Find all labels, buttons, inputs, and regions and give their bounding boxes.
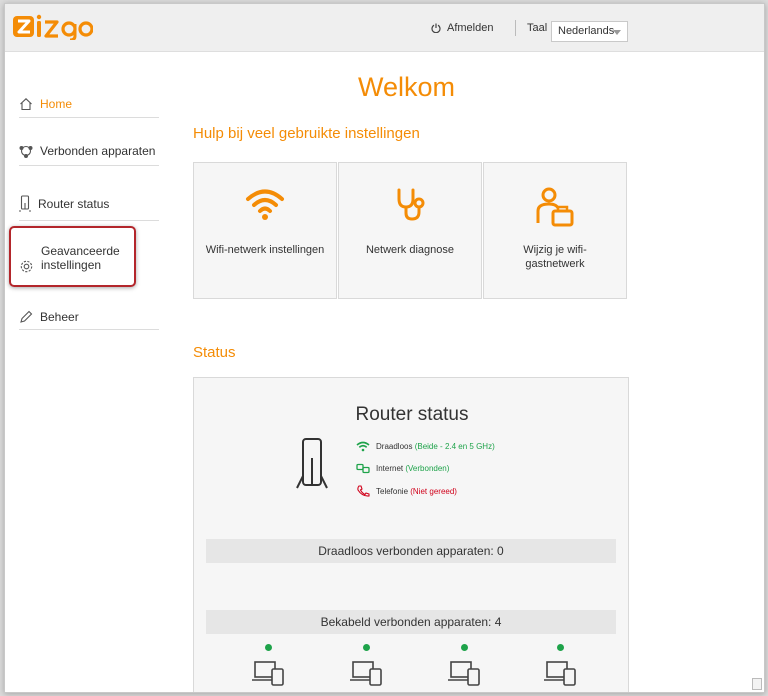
sidebar-item-label: Router status	[38, 197, 110, 211]
device-icon	[544, 661, 576, 686]
language-value: Nederlands	[558, 25, 615, 37]
power-icon	[431, 23, 441, 33]
wired-device-4[interactable]	[544, 644, 580, 692]
status-dot	[363, 644, 370, 651]
tile-label: Wifi-netwerk instellingen	[205, 244, 325, 256]
help-section-title: Hulp bij veel gebruikte instellingen	[193, 125, 420, 142]
language-select[interactable]: Nederlands	[551, 21, 628, 42]
pencil-icon	[20, 310, 33, 323]
wifi-icon	[356, 441, 370, 452]
sidebar-item-router-status[interactable]: Router status	[19, 188, 159, 221]
telephony-label: Telefonie	[376, 486, 409, 496]
browser-window: Afmelden Taal Nederlands Home Verbonden …	[4, 3, 765, 693]
logout-label: Afmelden	[447, 22, 494, 34]
internet-label: Internet	[376, 464, 404, 473]
logout-button[interactable]: Afmelden	[431, 22, 493, 34]
language-label: Taal	[527, 22, 548, 34]
router-device-icon	[296, 438, 328, 489]
devices-icon	[19, 145, 33, 158]
tile-guest-network[interactable]: Wijzig je wifi-gastnetwerk	[483, 162, 627, 299]
wireless-label: Draadloos	[376, 442, 413, 451]
telephony-value: (Niet gereed)	[410, 486, 457, 496]
page-title: Welkom	[358, 72, 456, 102]
status-dot	[461, 644, 468, 651]
top-bar: Afmelden Taal Nederlands	[5, 4, 764, 52]
wireless-devices-bar[interactable]: Draadloos verbonden apparaten: 0	[206, 539, 616, 563]
status-internet: Internet (Verbonden)	[356, 463, 449, 474]
wired-devices-bar[interactable]: Bekabeld verbonden apparaten: 4	[206, 610, 616, 634]
divider	[515, 20, 516, 36]
wireless-value: (Beide - 2.4 en 5 GHz)	[414, 442, 495, 451]
device-icon	[448, 661, 480, 686]
stethoscope-icon	[397, 188, 425, 221]
status-dot	[557, 644, 564, 651]
tile-wifi-settings[interactable]: Wifi-netwerk instellingen	[193, 162, 337, 299]
sidebar-item-label: Verbonden apparaten	[40, 143, 156, 158]
status-telephony: Telefonie (Niet gereed)	[356, 485, 457, 497]
ziggo-logo[interactable]	[13, 14, 93, 40]
sidebar-item-label: Beheer	[40, 309, 79, 324]
wired-device-1[interactable]	[252, 644, 288, 692]
status-wireless: Draadloos (Beide - 2.4 en 5 GHz)	[356, 441, 495, 452]
guest-icon	[536, 187, 574, 227]
tile-label: Netwerk diagnose	[365, 244, 455, 256]
resize-handle[interactable]	[752, 678, 762, 690]
internet-value: (Verbonden)	[405, 464, 450, 473]
tile-network-diagnosis[interactable]: Netwerk diagnose	[338, 162, 482, 299]
status-panel: Router status Draadloos (Beide - 2.4 en …	[193, 377, 629, 692]
device-icon	[252, 661, 284, 686]
highlight-box	[9, 226, 136, 287]
phone-icon	[357, 485, 370, 497]
wired-device-2[interactable]	[350, 644, 386, 692]
sidebar-item-connected-devices[interactable]: Verbonden apparaten	[19, 136, 159, 166]
router-status-title: Router status	[355, 404, 469, 425]
tile-label: Wijzig je wifi-gastnetwerk	[523, 244, 587, 270]
chevron-down-icon	[613, 30, 621, 35]
wifi-icon	[246, 189, 284, 220]
sidebar-item-management[interactable]: Beheer	[19, 304, 159, 330]
sidebar-item-label: Home	[40, 96, 73, 111]
status-section-title: Status	[193, 344, 236, 361]
home-icon	[20, 97, 32, 110]
router-icon	[19, 195, 31, 212]
status-dot	[265, 644, 272, 651]
wired-device-3[interactable]	[448, 644, 484, 692]
internet-icon	[356, 463, 370, 474]
sidebar-item-home[interactable]: Home	[19, 90, 159, 118]
device-icon	[350, 661, 382, 686]
